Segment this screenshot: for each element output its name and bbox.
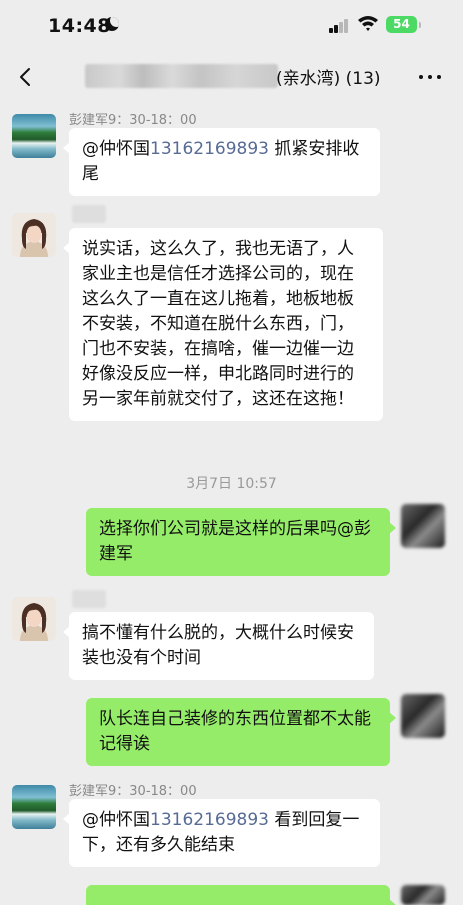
message-text: 队长连自己装修的东西位置都不太能记得诶 — [99, 709, 371, 754]
timestamp: 3月7日 10:57 — [186, 476, 277, 492]
battery-icon: 54 — [386, 16, 421, 33]
chevron-left-icon[interactable] — [14, 64, 40, 90]
message-bubble-partial[interactable] — [86, 885, 396, 905]
message-bubble[interactable]: 队长连自己装修的东西位置都不太能记得诶 — [86, 698, 396, 766]
status-time: 14:48 — [48, 15, 111, 37]
cellular-signal-icon — [329, 18, 349, 33]
sender-name: 彭建军9：30-18：00 — [69, 784, 197, 799]
phone-link[interactable]: 13162169893 — [150, 139, 269, 159]
mention[interactable]: @仲怀国 — [82, 810, 150, 830]
message-text: 说实话，这么久了，我也无语了，人家业主也是信任才选择公司的，现在这么久了一直在这… — [82, 239, 354, 409]
redacted-sender-name — [72, 205, 106, 223]
phone-link[interactable]: 13162169893 — [150, 810, 269, 830]
redacted-group-name — [85, 64, 278, 88]
message-bubble[interactable]: @仲怀国13162169893 抓紧安排收尾 — [63, 128, 380, 196]
avatar[interactable] — [12, 213, 56, 257]
message-bubble[interactable]: 说实话，这么久了，我也无语了，人家业主也是信任才选择公司的，现在这么久了一直在这… — [63, 228, 383, 421]
redacted-sender-name — [72, 590, 106, 608]
avatar[interactable] — [12, 114, 56, 158]
chat-header: (亲水湾) (13) — [0, 52, 463, 102]
message-bubble[interactable]: 搞不懂有什么脱的，大概什么时候安装也没有个时间 — [63, 612, 374, 680]
sender-name: 彭建军9：30-18：00 — [69, 113, 197, 128]
avatar[interactable] — [12, 597, 56, 641]
status-bar: 14:48 54 — [0, 0, 463, 52]
moon-icon — [105, 17, 119, 31]
mention[interactable]: @仲怀国 — [82, 139, 150, 159]
chat-title: (亲水湾) (13) — [276, 69, 381, 89]
avatar[interactable] — [12, 785, 56, 829]
avatar[interactable] — [401, 504, 445, 548]
message-text: 搞不懂有什么脱的，大概什么时候安装也没有个时间 — [82, 623, 354, 668]
more-dots-icon[interactable] — [416, 72, 444, 82]
message-bubble[interactable]: @仲怀国13162169893 看到回复一下，还有多久能结束 — [63, 799, 380, 867]
wifi-icon — [358, 16, 378, 31]
avatar[interactable] — [401, 694, 445, 738]
avatar[interactable] — [401, 885, 445, 905]
message-text: 选择你们公司就是这样的后果吗@彭建军 — [99, 519, 371, 564]
message-bubble[interactable]: 选择你们公司就是这样的后果吗@彭建军 — [86, 508, 396, 576]
